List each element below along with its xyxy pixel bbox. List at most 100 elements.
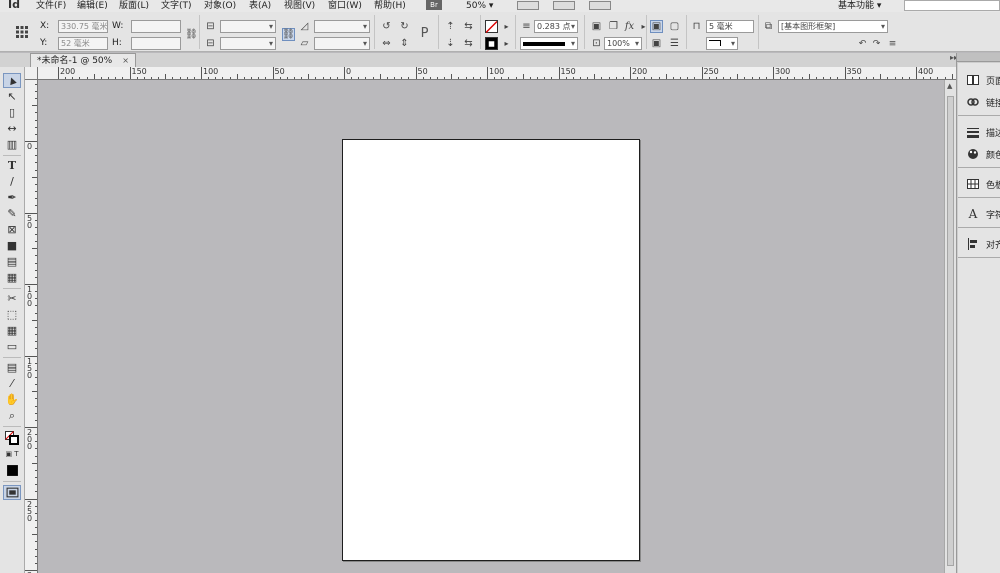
reference-point-icon[interactable]: [15, 25, 28, 38]
rotate-ccw-icon[interactable]: ↺: [380, 20, 393, 33]
zoom-tool-button[interactable]: ⌕: [3, 408, 21, 423]
line-tool-button[interactable]: /: [3, 174, 21, 189]
center-content-icon[interactable]: ▣: [650, 37, 663, 50]
screen-mode-normal-button[interactable]: [3, 485, 21, 500]
shear-angle-field[interactable]: [314, 37, 370, 50]
hand-tool-button[interactable]: ✋: [3, 392, 21, 407]
bridge-button[interactable]: Br: [426, 0, 442, 10]
fill-stroke-swatches[interactable]: [3, 429, 21, 447]
stroke-swatch[interactable]: [485, 37, 498, 50]
indesign-window: Id 文件(F) 编辑(E) 版面(L) 文字(T) 对象(O) 表(A) 视图…: [0, 0, 1000, 573]
control-panel-menu-icon[interactable]: ≡: [886, 37, 899, 50]
formatting-affects-container-icon[interactable]: ▣ T: [3, 449, 21, 459]
note-tool-button[interactable]: ▤: [3, 360, 21, 375]
page-tool-button[interactable]: ▯: [3, 105, 21, 120]
y-position-field[interactable]: 52 毫米: [58, 37, 108, 50]
panel-links[interactable]: 链接: [958, 91, 1000, 113]
corner-shape-dropdown[interactable]: [706, 37, 738, 50]
zoom-level-dropdown[interactable]: 50% ▾: [466, 0, 493, 12]
redefine-style-icon[interactable]: ↷: [870, 37, 883, 50]
clear-overrides-icon[interactable]: ↶: [856, 37, 869, 50]
pencil-tool-button[interactable]: ✎: [3, 206, 21, 221]
drop-shadow-toggle-icon[interactable]: ❐: [607, 20, 620, 33]
scroll-up-icon[interactable]: ▲: [947, 82, 952, 90]
pen-tool-button[interactable]: ✒: [3, 190, 21, 205]
menu-edit[interactable]: 编辑(E): [77, 0, 108, 12]
drop-shadow-icon[interactable]: ▣: [590, 20, 603, 33]
constrain-scale-icon[interactable]: ⛓: [282, 28, 295, 41]
fit-content-proportionally-icon[interactable]: ▢: [668, 20, 681, 33]
stroke-type-dropdown[interactable]: [520, 37, 578, 50]
effects-icon[interactable]: fx: [623, 20, 636, 33]
scrollbar-thumb[interactable]: [947, 96, 954, 566]
select-previous-icon[interactable]: ⇆: [462, 20, 475, 33]
flip-horizontal-icon[interactable]: ⇔: [380, 37, 393, 50]
document-page[interactable]: [342, 139, 640, 561]
fit-frame-to-content-icon[interactable]: ▣: [650, 20, 663, 33]
object-style-dropdown[interactable]: [基本图形框架]: [778, 20, 888, 33]
dock-grip[interactable]: [957, 53, 1000, 62]
view-options-button[interactable]: [517, 1, 539, 10]
apply-color-button[interactable]: [3, 463, 21, 478]
eyedropper-tool-button[interactable]: ⁄: [3, 376, 21, 391]
menu-layout[interactable]: 版面(L): [119, 0, 149, 12]
rectangle-frame-tool-button[interactable]: ⊠: [3, 222, 21, 237]
select-container-icon[interactable]: ⇡: [444, 20, 457, 33]
rectangle-tool-button[interactable]: ■: [3, 238, 21, 253]
width-field[interactable]: [131, 20, 181, 33]
menu-type[interactable]: 文字(T): [161, 0, 192, 12]
opacity-field[interactable]: 100%: [604, 37, 642, 50]
x-position-field[interactable]: 330.75 毫米: [58, 20, 108, 33]
selection-tool-button[interactable]: ▲: [3, 73, 21, 88]
rotate-cw-icon[interactable]: ↻: [398, 20, 411, 33]
horizontal-grid-tool-button[interactable]: ▤: [3, 254, 21, 269]
menu-help[interactable]: 帮助(H): [374, 0, 406, 12]
vertical-scrollbar[interactable]: ▲: [944, 80, 956, 573]
arrange-documents-button[interactable]: [589, 1, 611, 10]
ruler-origin[interactable]: [25, 67, 38, 80]
menu-window[interactable]: 窗口(W): [328, 0, 362, 12]
free-transform-tool-button[interactable]: ⬚: [3, 307, 21, 322]
panel-color[interactable]: 颜色: [958, 143, 1000, 165]
gradient-swatch-tool-button[interactable]: ▦: [3, 323, 21, 338]
horizontal-ruler[interactable]: 200 150 100 50 0 50 100 150 200 250 300 350 400: [38, 67, 956, 80]
gap-tool-button[interactable]: ↔: [3, 121, 21, 136]
stroke-weight-field[interactable]: 0.283 点: [534, 20, 578, 33]
help-search-input[interactable]: [904, 0, 1000, 11]
direct-selection-tool-button[interactable]: ↖: [3, 89, 21, 104]
panel-swatches[interactable]: 色板: [958, 173, 1000, 195]
effects-dropdown-icon[interactable]: ▸: [637, 20, 650, 33]
stroke-dropdown-icon[interactable]: ▸: [500, 37, 513, 50]
scissors-tool-button[interactable]: ✂: [3, 291, 21, 306]
constrain-proportions-icon[interactable]: ⛓: [185, 28, 198, 41]
fill-dropdown-icon[interactable]: ▸: [500, 20, 513, 33]
height-field[interactable]: [131, 37, 181, 50]
scale-x-field[interactable]: [220, 20, 276, 33]
panel-align[interactable]: 对齐: [958, 233, 1000, 255]
panel-character[interactable]: A 字符: [958, 203, 1000, 225]
rotation-angle-field[interactable]: [314, 20, 370, 33]
fill-frame-proportionally-icon[interactable]: ☰: [668, 37, 681, 50]
scale-y-field[interactable]: [220, 37, 276, 50]
workspace-switcher[interactable]: 基本功能 ▾: [838, 0, 881, 12]
document-tab[interactable]: *未命名-1 @ 50% ×: [30, 53, 136, 67]
vertical-grid-tool-button[interactable]: ▦: [3, 270, 21, 285]
select-next-icon[interactable]: ⇆: [462, 37, 475, 50]
content-collector-tool-button[interactable]: ▥: [3, 137, 21, 152]
pasteboard[interactable]: [38, 80, 944, 573]
flip-vertical-icon[interactable]: ⇕: [398, 37, 411, 50]
menu-table[interactable]: 表(A): [249, 0, 271, 12]
screen-mode-button[interactable]: [553, 1, 575, 10]
offset-field[interactable]: 5 毫米: [706, 20, 754, 33]
panel-pages[interactable]: 页面: [958, 69, 1000, 91]
menu-file[interactable]: 文件(F): [36, 0, 66, 12]
vertical-ruler[interactable]: 05 01 0 01 5 02 0 02 5 03: [25, 80, 38, 573]
gradient-feather-tool-button[interactable]: ▭: [3, 339, 21, 354]
menu-view[interactable]: 视图(V): [284, 0, 315, 12]
menu-object[interactable]: 对象(O): [204, 0, 236, 12]
fill-none-swatch[interactable]: [485, 20, 498, 33]
panel-stroke[interactable]: 描边: [958, 121, 1000, 143]
select-content-icon[interactable]: ⇣: [444, 37, 457, 50]
close-tab-icon[interactable]: ×: [122, 56, 129, 65]
type-tool-button[interactable]: T: [3, 158, 21, 173]
